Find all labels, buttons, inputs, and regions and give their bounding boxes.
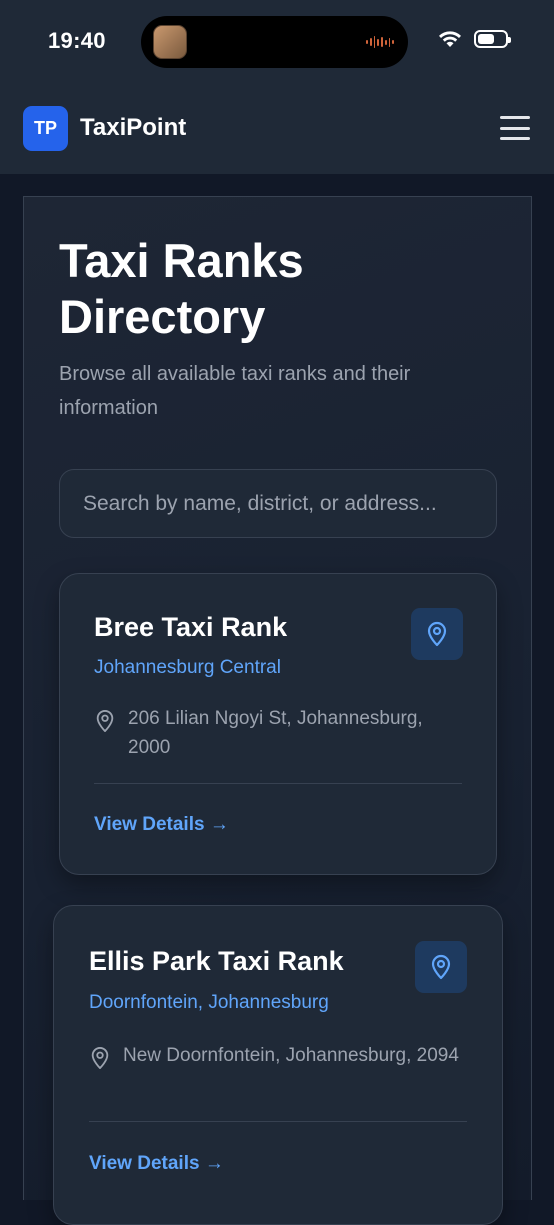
rank-district: Doornfontein, Johannesburg [89, 992, 329, 1013]
hamburger-menu-icon[interactable] [500, 116, 530, 140]
address-row: New Doornfontein, Johannesburg, 2094 [89, 1041, 459, 1071]
battery-level [478, 34, 494, 44]
now-playing-artwork [153, 25, 187, 59]
location-pin-icon [91, 1047, 109, 1069]
rank-name: Ellis Park Taxi Rank [89, 946, 344, 976]
status-icons [438, 30, 511, 48]
location-pin-icon [96, 710, 114, 732]
address-row: 206 Lilian Ngoyi St, Johannesburg, 2000 [94, 704, 464, 762]
rank-address: 206 Lilian Ngoyi St, Johannesburg, 2000 [128, 708, 423, 758]
card-divider [89, 1121, 467, 1122]
page-title: Taxi Ranks Directory [59, 234, 304, 343]
rank-name: Bree Taxi Rank [94, 612, 288, 642]
rank-district: Johannesburg Central [94, 657, 281, 678]
status-time: 19:40 [48, 28, 106, 53]
dynamic-island[interactable] [141, 16, 408, 68]
brand-name[interactable]: TaxiPoint [80, 114, 186, 142]
location-pin-icon [427, 621, 447, 647]
main-panel: Taxi Ranks Directory Browse all availabl… [23, 196, 532, 1225]
location-pin-icon [431, 954, 451, 980]
battery-icon [474, 30, 511, 48]
search-input[interactable] [60, 470, 496, 537]
search-box [59, 469, 497, 538]
view-details-link[interactable]: View Details → [94, 814, 229, 836]
rank-address: New Doornfontein, Johannesburg, 2094 [123, 1045, 459, 1066]
status-bar: 19:40 [0, 0, 554, 84]
audio-wave-icon [366, 36, 394, 48]
app-header: TP TaxiPoint [0, 84, 554, 174]
map-pin-button[interactable] [415, 941, 467, 993]
card-divider [94, 783, 462, 784]
logo-badge[interactable]: TP [23, 106, 68, 151]
rank-card[interactable]: Bree Taxi Rank Johannesburg Central 206 … [59, 573, 497, 875]
page-subtitle: Browse all available taxi ranks and thei… [59, 363, 411, 419]
rank-card[interactable]: Ellis Park Taxi Rank Doornfontein, Johan… [53, 905, 503, 1225]
map-pin-button[interactable] [411, 608, 463, 660]
wifi-icon [439, 31, 461, 47]
view-details-link[interactable]: View Details → [89, 1153, 224, 1175]
